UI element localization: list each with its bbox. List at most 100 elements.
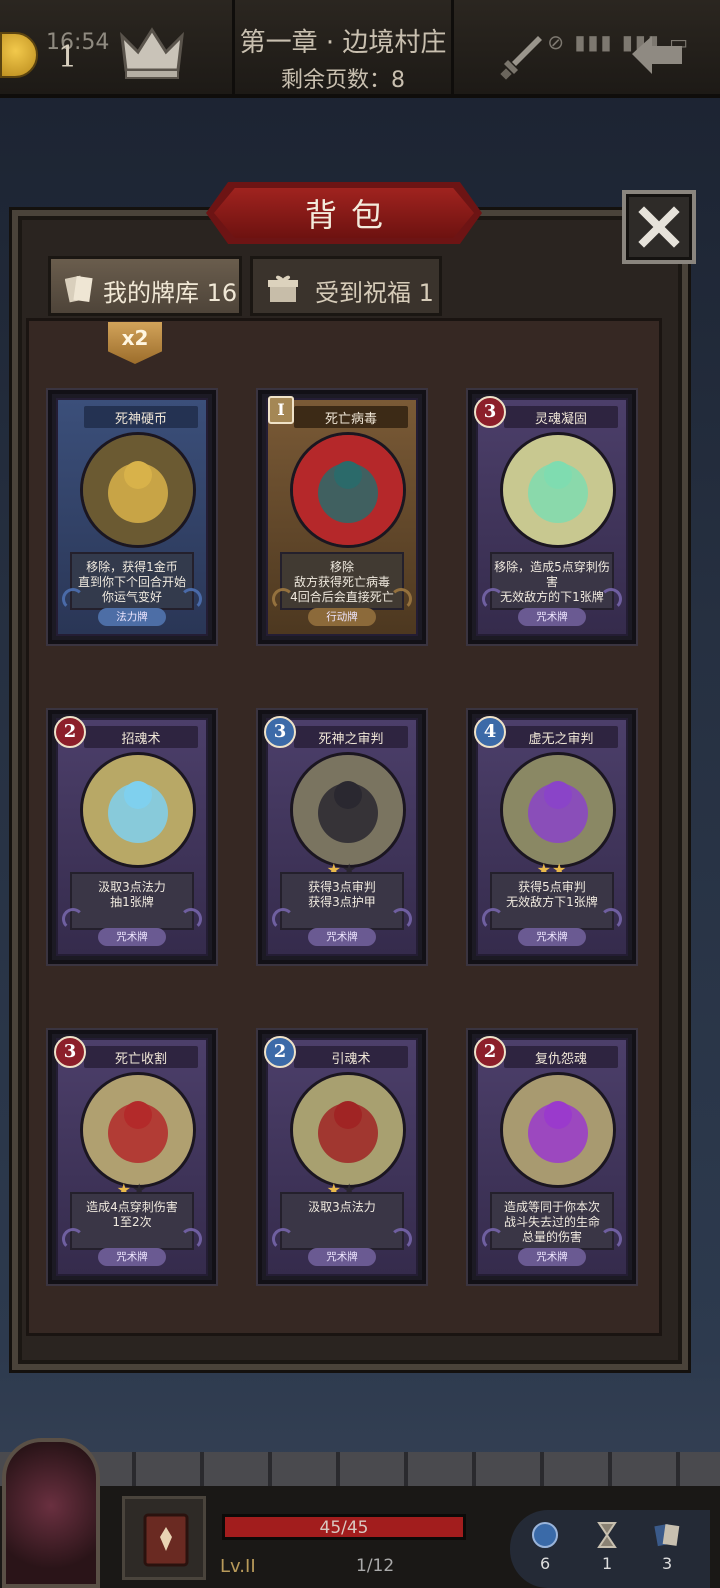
card[interactable]: 死亡病毒 移除 敌方获得死亡病毒 4回合后会直接死亡 行动牌 I [258,390,426,644]
mana-cost: 2 [54,716,86,748]
card-art [290,432,406,548]
swirl-ornament-icon [482,908,504,930]
card-description: 汲取3点法力 抽1张牌 [98,880,166,909]
sword-icon[interactable] [498,30,548,80]
card-description: 获得3点审判 获得3点护甲 [308,880,376,909]
card-name: 死亡病毒 [324,412,377,427]
card-description: 移除 敌方获得死亡病毒 4回合后会直接死亡 [290,560,394,604]
hero-portrait[interactable] [2,1438,100,1588]
card-name-bar: 引魂术 [294,1046,408,1068]
card-art [80,1072,196,1188]
card-frame: 引魂术 ★★ 汲取3点法力 咒术牌 [266,1038,418,1276]
card-name-bar: 死亡病毒 [294,406,408,428]
card-frame: 招魂术汲取3点法力 抽1张牌咒术牌 [56,718,208,956]
card-type: 咒术牌 [308,1248,376,1266]
gift-icon [268,275,298,302]
swirl-ornament-icon [390,1228,412,1250]
swirl-ornament-icon [180,588,202,610]
swirl-ornament-icon [62,588,84,610]
card-name: 死神之审判 [318,732,384,747]
mana-cost: 2 [474,1036,506,1068]
spellbook-button[interactable] [122,1496,206,1580]
card-name: 招魂术 [121,732,161,747]
card-desc-box: 获得5点审判 无效敌方下1张牌 [490,872,614,930]
card[interactable]: 复仇怨魂 造成等同于你本次 战斗失去过的生命 总量的伤害 咒术牌 2 [468,1030,636,1284]
swirl-ornament-icon [390,588,412,610]
mana-cost: 3 [54,1036,86,1068]
card-name-bar: 招魂术 [84,726,198,748]
card-description: 获得5点审判 无效敌方下1张牌 [506,880,598,909]
tab-my-deck[interactable]: 我的牌库 16 [48,256,242,316]
card-frame: 死神硬币移除，获得1金币 直到你下个回合开始 你运气变好 法力牌 [56,398,208,636]
card-type: 咒术牌 [98,928,166,946]
card-desc-box: 移除，获得1金币 直到你下个回合开始 你运气变好 [70,552,194,610]
crown-icon[interactable] [120,22,184,82]
orb-count: 6 [540,1554,551,1573]
hp-bar: 45/45 [222,1514,466,1540]
card-type: 咒术牌 [518,928,586,946]
back-arrow-icon[interactable] [628,28,688,78]
card-type: 咒术牌 [308,928,376,946]
swirl-ornament-icon [390,908,412,930]
card-name-bar: 复仇怨魂 [504,1046,618,1068]
card-name: 虚无之审判 [528,732,594,747]
card-name: 死神硬币 [114,412,167,427]
swirl-ornament-icon [600,588,622,610]
deck-count: 3 [662,1554,673,1573]
card-name: 灵魂凝固 [534,412,587,427]
card-desc-box: 造成等同于你本次 战斗失去过的生命 总量的伤害 [490,1192,614,1250]
orb-icon[interactable] [530,1520,560,1550]
mana-cost: 4 [474,716,506,748]
card[interactable]: 灵魂凝固 移除，造成5点穿刺伤害 无效敌方的下1张牌 咒术牌 3 [468,390,636,644]
swirl-ornament-icon [272,908,294,930]
card[interactable]: 引魂术 ★★ 汲取3点法力 咒术牌 2 [258,1030,426,1284]
card-frame: 虚无之审判 ★★ 获得5点审判 无效敌方下1张牌 咒术牌 [476,718,628,956]
card-desc-box: 汲取3点法力 [280,1192,404,1250]
cards-icon [65,275,93,303]
card-name: 复仇怨魂 [534,1052,587,1067]
card-type: 咒术牌 [518,608,586,626]
status-time: 16:54 [46,30,110,55]
card[interactable]: 死神硬币移除，获得1金币 直到你下个回合开始 你运气变好 法力牌 [48,390,216,644]
hourglass-icon[interactable] [592,1520,622,1550]
card-art [80,432,196,548]
close-button[interactable] [622,190,696,264]
card-desc-box: 造成4点穿刺伤害 1至2次 [70,1192,194,1250]
card-description: 造成4点穿刺伤害 1至2次 [86,1200,178,1229]
card-art [290,752,406,868]
mana-cost: 2 [264,1036,296,1068]
card-name-bar: 灵魂凝固 [504,406,618,428]
swirl-ornament-icon [180,1228,202,1250]
tab-blessings[interactable]: 受到祝福 1 [250,256,442,316]
deck-icon[interactable] [652,1520,682,1550]
card-art [500,1072,616,1188]
swirl-ornament-icon [482,1228,504,1250]
card-description: 造成等同于你本次 战斗失去过的生命 总量的伤害 [503,1200,600,1244]
card-desc-box: 汲取3点法力 抽1张牌 [70,872,194,930]
card-desc-box: 获得3点审判 获得3点护甲 [280,872,404,930]
hourglass-count: 1 [602,1554,613,1573]
card-name: 死亡收割 [114,1052,167,1067]
swirl-ornament-icon [482,588,504,610]
card-art [80,752,196,868]
card-art [500,752,616,868]
card-art [290,1072,406,1188]
card-type: 法力牌 [98,608,166,626]
top-bar: 16:54 1 第一章 · 边境村庄 剩余页数：8 ⊘ ▮▮▮ ▮▮▮ ▭ [0,0,720,98]
card-type: 行动牌 [308,608,376,626]
card-desc-box: 移除，造成5点穿刺伤害 无效敌方的下1张牌 [490,552,614,610]
panel-title: 背包 [304,196,397,234]
chapter-box: 第一章 · 边境村庄 剩余页数：8 [232,0,454,96]
card[interactable]: 招魂术 汲取3点法力 抽1张牌 咒术牌 2 [48,710,216,964]
book-icon [143,1513,189,1567]
swirl-ornament-icon [600,1228,622,1250]
card-name-bar: 死神硬币 [84,406,198,428]
card-description: 移除，造成5点穿刺伤害 无效敌方的下1张牌 [494,560,610,604]
card-frame: 灵魂凝固移除，造成5点穿刺伤害 无效敌方的下1张牌咒术牌 [476,398,628,636]
card[interactable]: 死神之审判 ★★ 获得3点审判 获得3点护甲 咒术牌 3 [258,710,426,964]
swirl-ornament-icon [272,588,294,610]
chapter-title: 第一章 · 边境村庄 [239,28,447,58]
card[interactable]: 死亡收割 ★★ 造成4点穿刺伤害 1至2次 咒术牌 3 [48,1030,216,1284]
card-frame: 死神之审判 ★★ 获得3点审判 获得3点护甲 咒术牌 [266,718,418,956]
card[interactable]: 虚无之审判 ★★ 获得5点审判 无效敌方下1张牌 咒术牌 4 [468,710,636,964]
